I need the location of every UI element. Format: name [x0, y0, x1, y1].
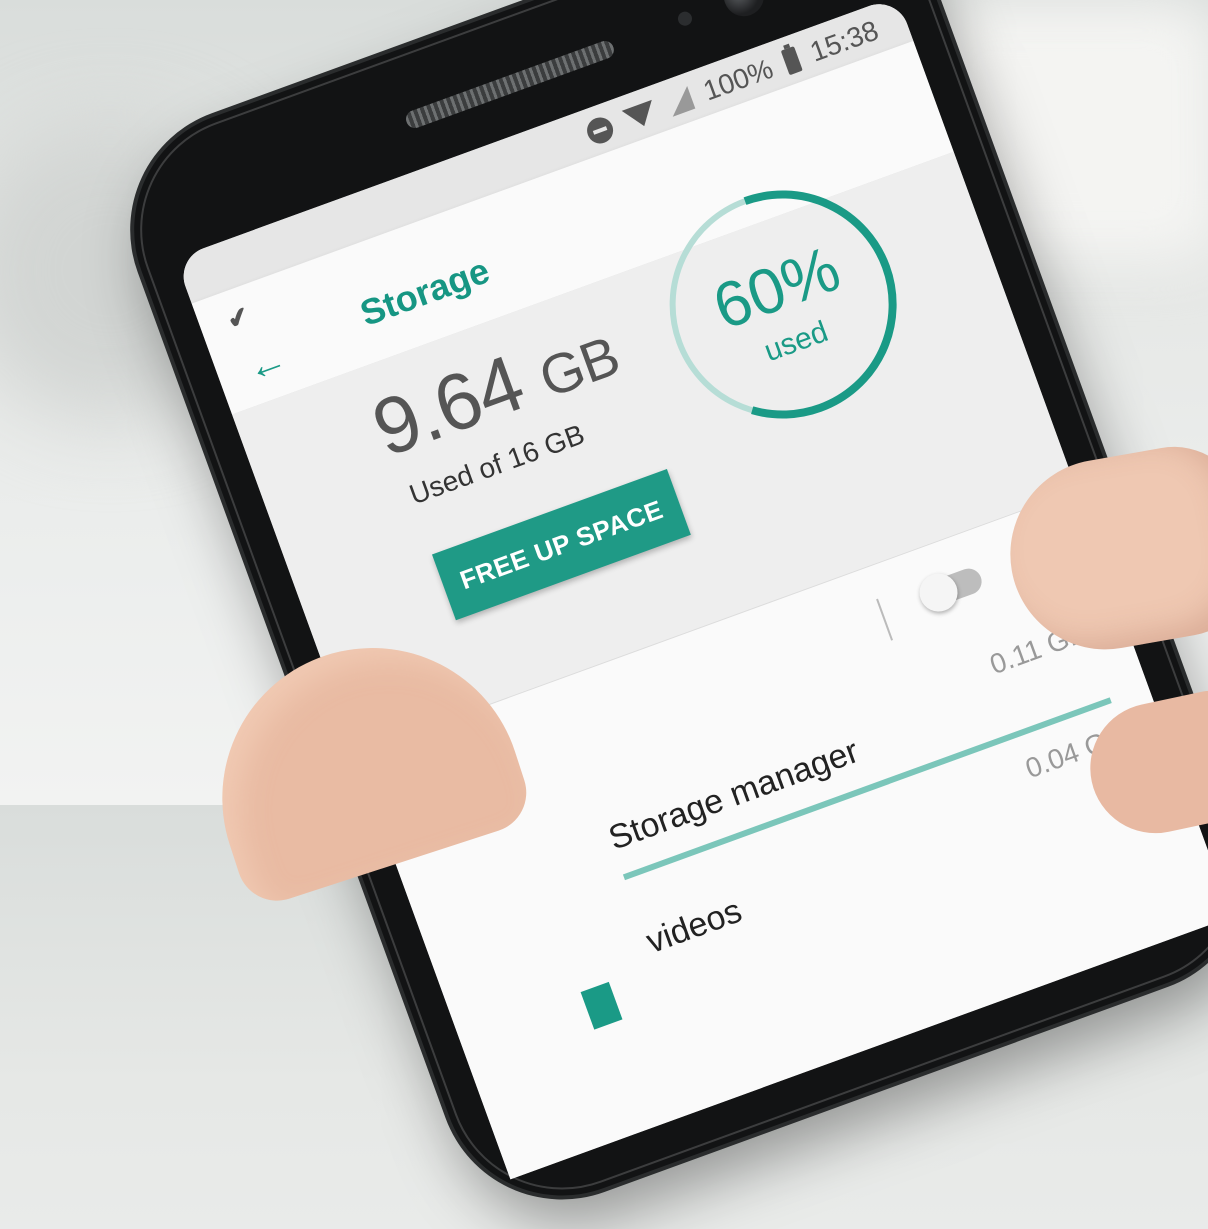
- battery-charging-icon: [780, 46, 803, 76]
- wifi-icon: [621, 99, 660, 132]
- storage-manager-toggle[interactable]: [914, 564, 986, 617]
- videos-icon: [580, 981, 623, 1030]
- page-title: Storage: [354, 249, 495, 334]
- toggle-knob[interactable]: [914, 568, 963, 617]
- signal-icon: [664, 85, 696, 117]
- toggle-separator: [876, 598, 894, 641]
- back-button[interactable]: ←: [240, 336, 293, 391]
- used-unit: GB: [531, 323, 627, 410]
- free-up-space-button[interactable]: FREE UP SPACE: [431, 469, 691, 621]
- videos-label: videos: [641, 891, 747, 961]
- app-logo-icon: ✔: [222, 299, 254, 336]
- do-not-disturb-icon: [583, 113, 618, 148]
